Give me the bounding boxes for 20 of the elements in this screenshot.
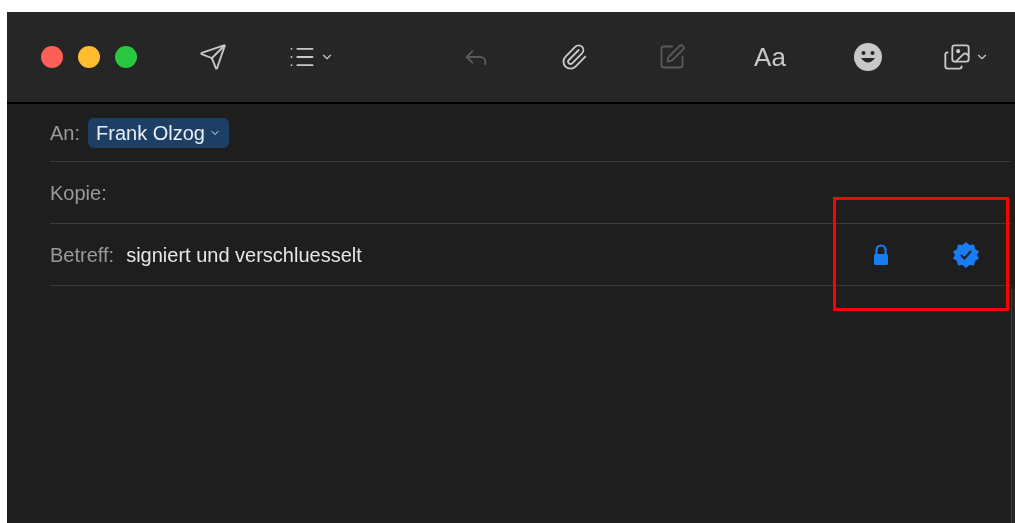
close-button[interactable] <box>41 46 63 68</box>
markup-icon <box>658 43 686 71</box>
verified-badge-icon[interactable] <box>952 240 980 269</box>
subject-field[interactable]: signiert und verschluesselt <box>126 239 849 270</box>
field-label: Betreff: <box>50 242 115 268</box>
toolbar-button[interactable] <box>560 43 588 71</box>
field-label: An: <box>50 120 81 146</box>
paperclip-icon <box>560 43 588 71</box>
paper-plane-icon <box>199 43 227 71</box>
toolbar-button[interactable] <box>199 43 227 71</box>
minimize-button[interactable] <box>78 46 100 68</box>
lock-icon[interactable] <box>873 243 889 266</box>
format-button[interactable]: Aa <box>754 37 786 77</box>
zoom-button[interactable] <box>115 46 137 68</box>
toolbar-button[interactable] <box>943 43 989 71</box>
recipient-token[interactable]: Frank Olzog <box>88 117 229 148</box>
photos-icon <box>943 43 971 71</box>
smiley-icon <box>853 42 883 72</box>
field-label: Kopie: <box>50 180 107 206</box>
toolbar-button[interactable] <box>853 42 883 72</box>
